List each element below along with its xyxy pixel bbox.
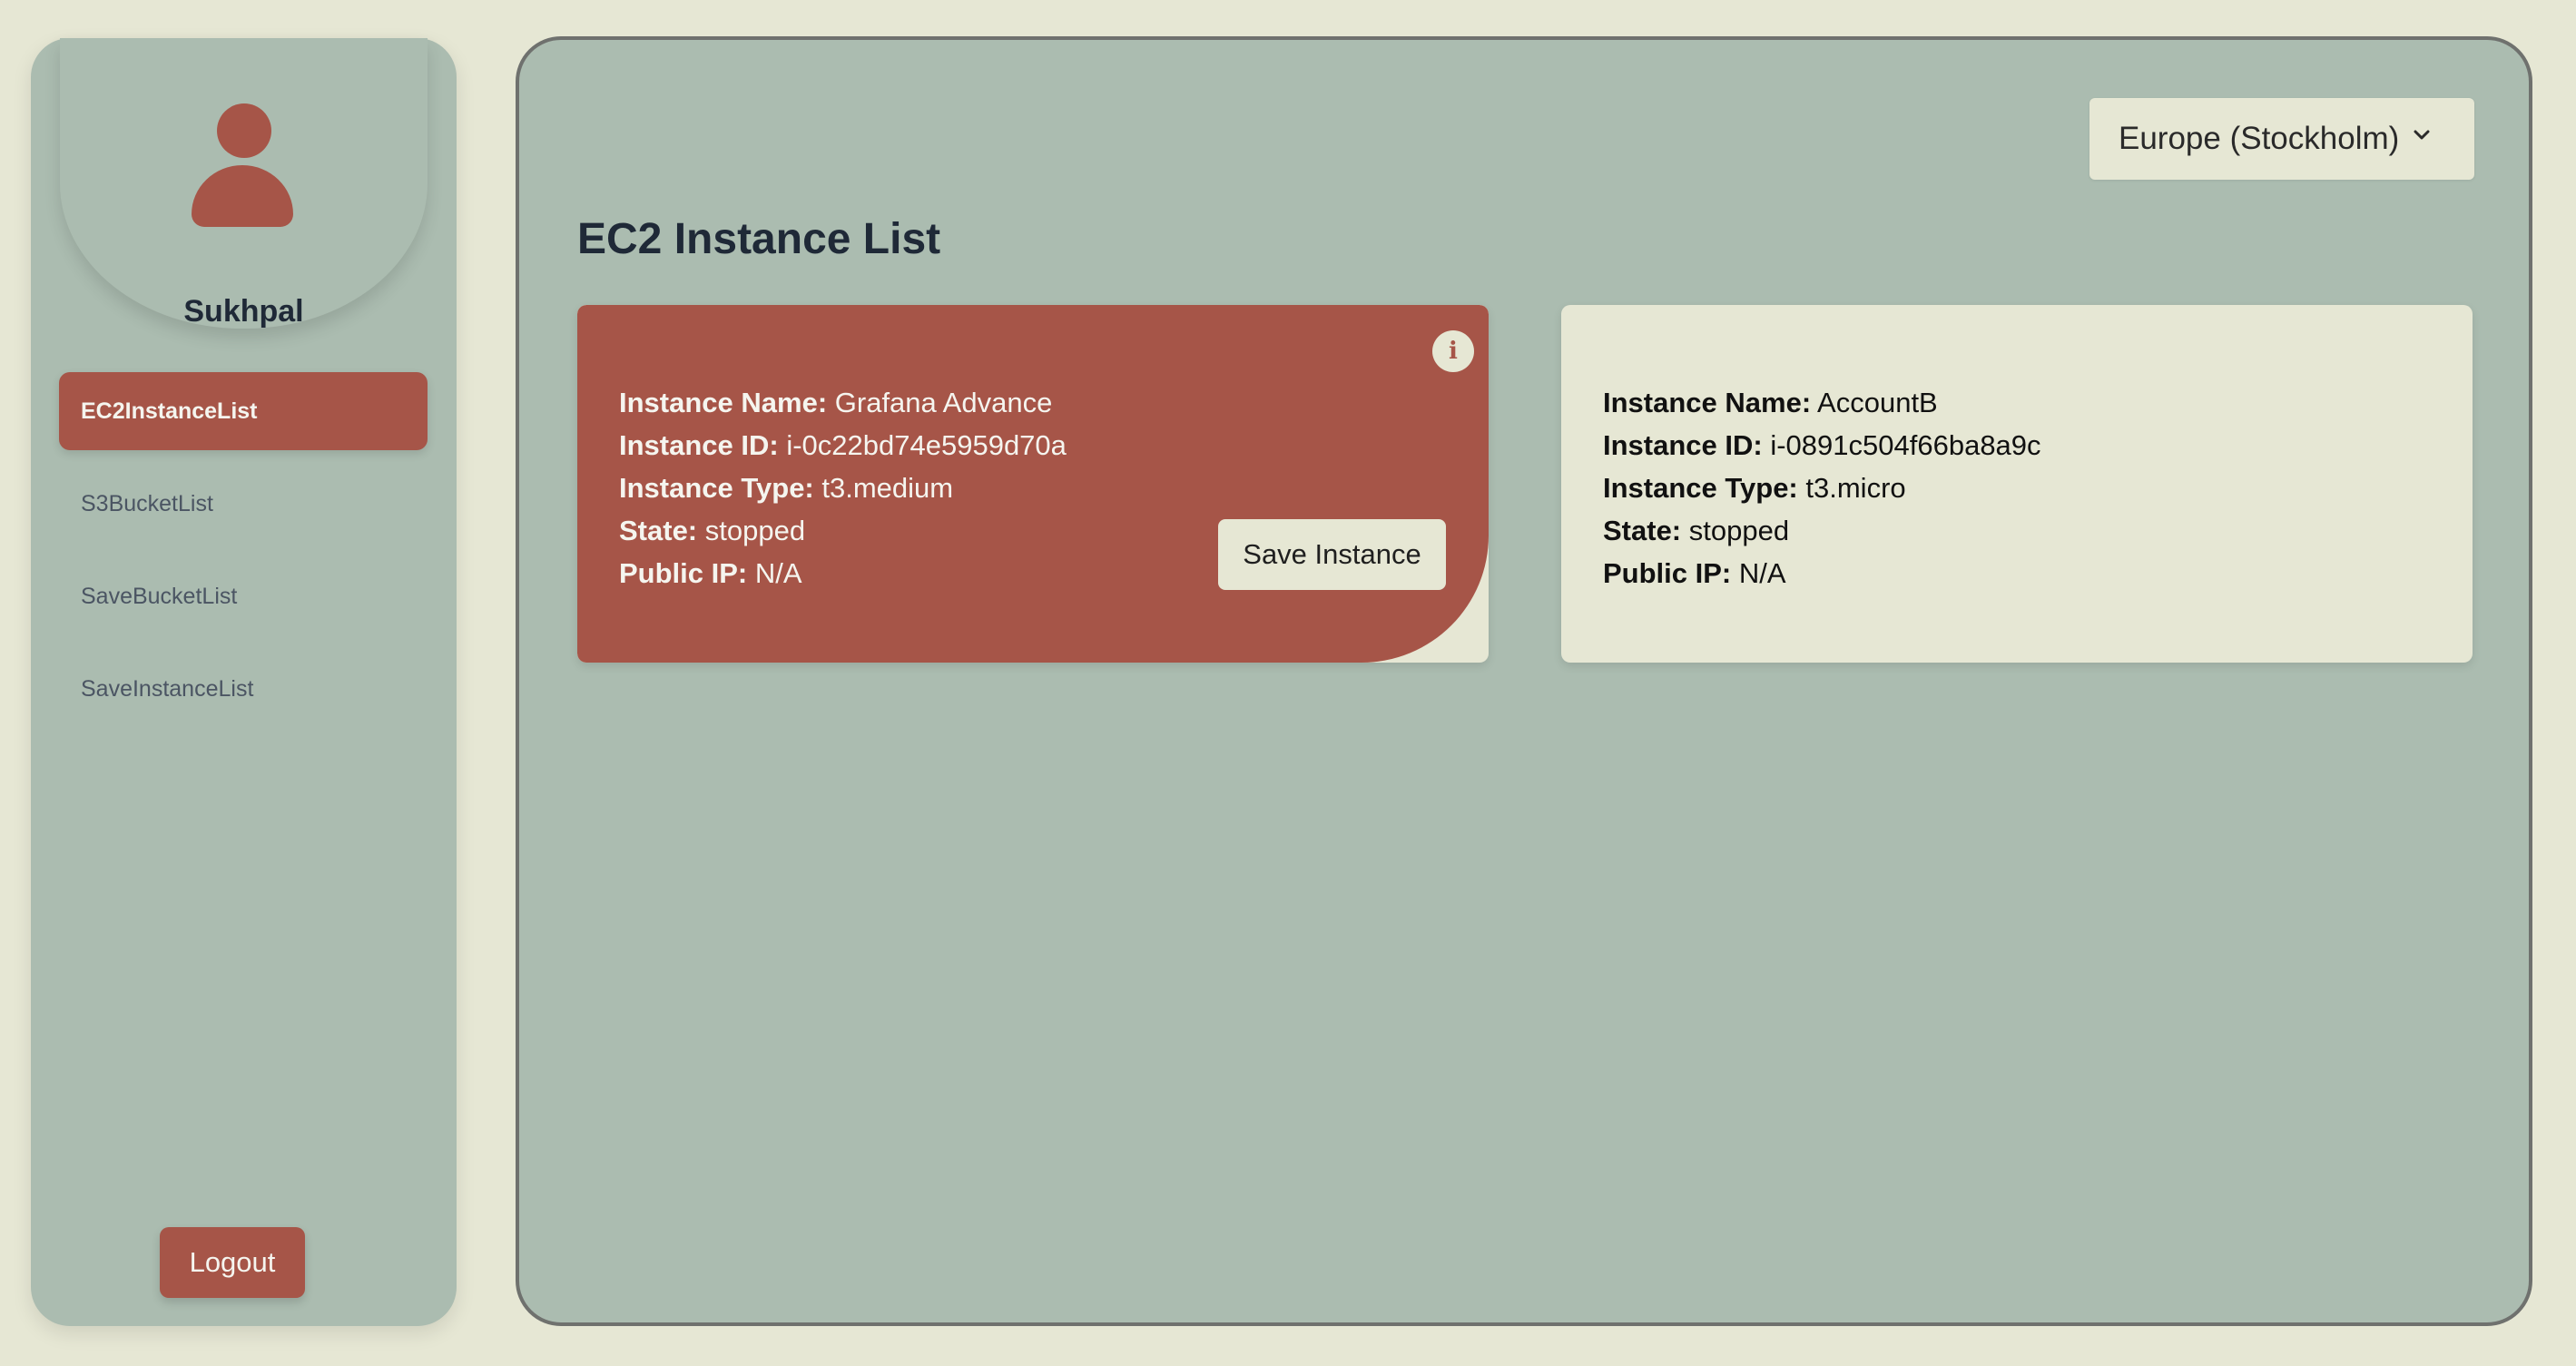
instance-type-row: Instance Type: t3.micro	[1603, 467, 2041, 509]
instance-ip-row: Public IP: N/A	[619, 552, 1067, 595]
instance-type-label: Instance Type:	[619, 472, 814, 504]
instance-ip-value: N/A	[754, 557, 802, 589]
instance-id-row: Instance ID: i-0891c504f66ba8a9c	[1603, 424, 2041, 467]
instance-id-value: i-0891c504f66ba8a9c	[1770, 429, 2041, 461]
instance-id-label: Instance ID:	[619, 429, 779, 461]
instance-name-label: Instance Name:	[1603, 387, 1812, 418]
instance-type-label: Instance Type:	[1603, 472, 1798, 504]
info-icon[interactable]: i	[1432, 330, 1474, 372]
instance-card[interactable]: Instance Name: AccountB Instance ID: i-0…	[1561, 305, 2473, 663]
main-panel: Europe (Stockholm) EC2 Instance List Ins…	[516, 36, 2532, 1326]
instance-ip-label: Public IP:	[1603, 557, 1732, 589]
instance-name-value: AccountB	[1817, 387, 1938, 418]
sidebar: Sukhpal EC2InstanceList S3BucketList Sav…	[31, 38, 457, 1326]
instance-card[interactable]: Instance Name: Grafana Advance Instance …	[577, 305, 1489, 663]
instance-ip-row: Public IP: N/A	[1603, 552, 2041, 595]
region-select[interactable]: Europe (Stockholm)	[2089, 98, 2474, 180]
instance-name-row: Instance Name: Grafana Advance	[619, 381, 1067, 424]
sidebar-nav: EC2InstanceList S3BucketList SaveBucketL…	[59, 372, 428, 742]
instance-state-label: State:	[1603, 515, 1682, 546]
instance-details: Instance Name: Grafana Advance Instance …	[619, 381, 1067, 595]
username: Sukhpal	[183, 294, 304, 329]
instance-id-value: i-0c22bd74e5959d70a	[786, 429, 1067, 461]
instance-ip-value: N/A	[1738, 557, 1786, 589]
instance-state-value: stopped	[704, 515, 806, 546]
sidebar-item-ec2-instance-list[interactable]: EC2InstanceList	[59, 372, 428, 450]
sidebar-item-save-bucket-list[interactable]: SaveBucketList	[59, 557, 428, 635]
instance-ip-label: Public IP:	[619, 557, 748, 589]
instance-type-value: t3.micro	[1805, 472, 1906, 504]
instance-type-row: Instance Type: t3.medium	[619, 467, 1067, 509]
instance-id-row: Instance ID: i-0c22bd74e5959d70a	[619, 424, 1067, 467]
instance-name-label: Instance Name:	[619, 387, 828, 418]
logout-button[interactable]: Logout	[160, 1227, 305, 1298]
instance-details: Instance Name: AccountB Instance ID: i-0…	[1603, 381, 2041, 595]
instance-id-label: Instance ID:	[1603, 429, 1763, 461]
instance-type-value: t3.medium	[821, 472, 954, 504]
instance-name-value: Grafana Advance	[834, 387, 1053, 418]
sidebar-item-save-instance-list[interactable]: SaveInstanceList	[59, 650, 428, 728]
profile-card: Sukhpal	[60, 38, 428, 329]
region-select-value: Europe (Stockholm)	[2119, 121, 2400, 156]
page-title: EC2 Instance List	[577, 215, 941, 263]
instance-state-row: State: stopped	[619, 509, 1067, 552]
sidebar-item-s3-bucket-list[interactable]: S3BucketList	[59, 465, 428, 543]
save-instance-button[interactable]: Save Instance	[1218, 519, 1446, 590]
instance-state-row: State: stopped	[1603, 509, 2041, 552]
chevron-down-icon	[2414, 130, 2430, 140]
user-avatar-icon	[192, 103, 296, 231]
instance-state-value: stopped	[1688, 515, 1790, 546]
instance-name-row: Instance Name: AccountB	[1603, 381, 2041, 424]
instance-state-label: State:	[619, 515, 698, 546]
